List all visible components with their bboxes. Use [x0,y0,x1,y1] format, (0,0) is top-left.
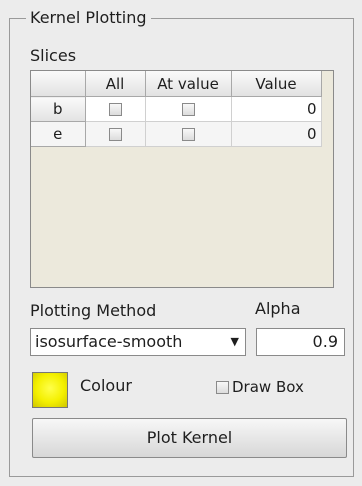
header-corner [31,71,86,97]
plotting-method-value: isosurface-smooth [35,332,183,351]
header-value[interactable]: Value [231,71,322,97]
table-row: b 0 [31,96,322,122]
header-all[interactable]: All [85,71,146,97]
draw-box-label: Draw Box [232,378,304,396]
all-cell-e [85,121,146,147]
alpha-label: Alpha [255,299,301,318]
table-row: e 0 [31,121,322,147]
plot-kernel-button[interactable]: Plot Kernel [32,418,347,458]
slices-table-frame: All At value Value b 0 e 0 [30,70,334,288]
all-checkbox-b[interactable] [108,103,122,116]
at-value-cell-e [145,121,232,147]
slices-header-row: All At value Value [31,71,322,97]
panel-title: Kernel Plotting [26,8,151,28]
slices-label: Slices [30,46,77,65]
row-header-e[interactable]: e [31,121,86,147]
alpha-input[interactable]: 0.9 [256,328,345,356]
colour-swatch-button[interactable] [32,372,68,408]
slices-table: All At value Value b 0 e 0 [31,71,322,147]
plotting-method-label: Plotting Method [30,301,157,320]
header-at-value[interactable]: At value [145,71,232,97]
at-value-checkbox-e[interactable] [181,128,195,141]
row-header-b[interactable]: b [31,96,86,122]
colour-label: Colour [80,376,132,395]
draw-box-checkbox[interactable] [216,380,229,394]
all-checkbox-e[interactable] [108,128,122,141]
value-cell-e[interactable]: 0 [231,121,322,147]
all-cell-b [85,96,146,122]
value-cell-b[interactable]: 0 [231,96,322,122]
chevron-down-icon[interactable]: ▼ [231,329,239,355]
draw-box-toggle[interactable]: Draw Box [216,377,304,397]
at-value-checkbox-b[interactable] [181,103,195,116]
at-value-cell-b [145,96,232,122]
plotting-method-select[interactable]: isosurface-smooth ▼ [30,328,246,356]
